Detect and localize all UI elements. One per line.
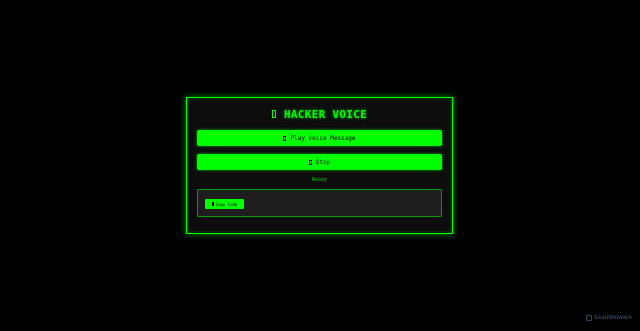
panel-title-text: HACKER VOICE bbox=[283, 107, 368, 121]
copy-button-label: Copy Code bbox=[215, 201, 238, 207]
panel-title: HACKER VOICE bbox=[187, 107, 452, 121]
glyph-icon bbox=[211, 202, 214, 206]
stop-button[interactable]: Stop bbox=[197, 154, 442, 170]
watermark: ScanMalware bbox=[585, 315, 632, 321]
voice-panel: HACKER VOICE Play Voice Message Stop Rea… bbox=[186, 97, 453, 234]
watermark-text: ScanMalware bbox=[593, 315, 632, 321]
glyph-icon bbox=[283, 135, 287, 141]
watermark-logo-icon bbox=[585, 315, 592, 321]
copy-code-button[interactable]: Copy Code bbox=[205, 199, 244, 209]
play-voice-message-button[interactable]: Play Voice Message bbox=[197, 130, 442, 146]
glyph-icon bbox=[308, 159, 312, 165]
glyph-icon bbox=[271, 110, 276, 118]
status-text: Ready bbox=[311, 177, 328, 183]
stop-button-label: Stop bbox=[315, 158, 331, 166]
play-button-label: Play Voice Message bbox=[290, 134, 356, 142]
code-box: Copy Code bbox=[197, 189, 442, 217]
page: HACKER VOICE Play Voice Message Stop Rea… bbox=[0, 0, 640, 331]
